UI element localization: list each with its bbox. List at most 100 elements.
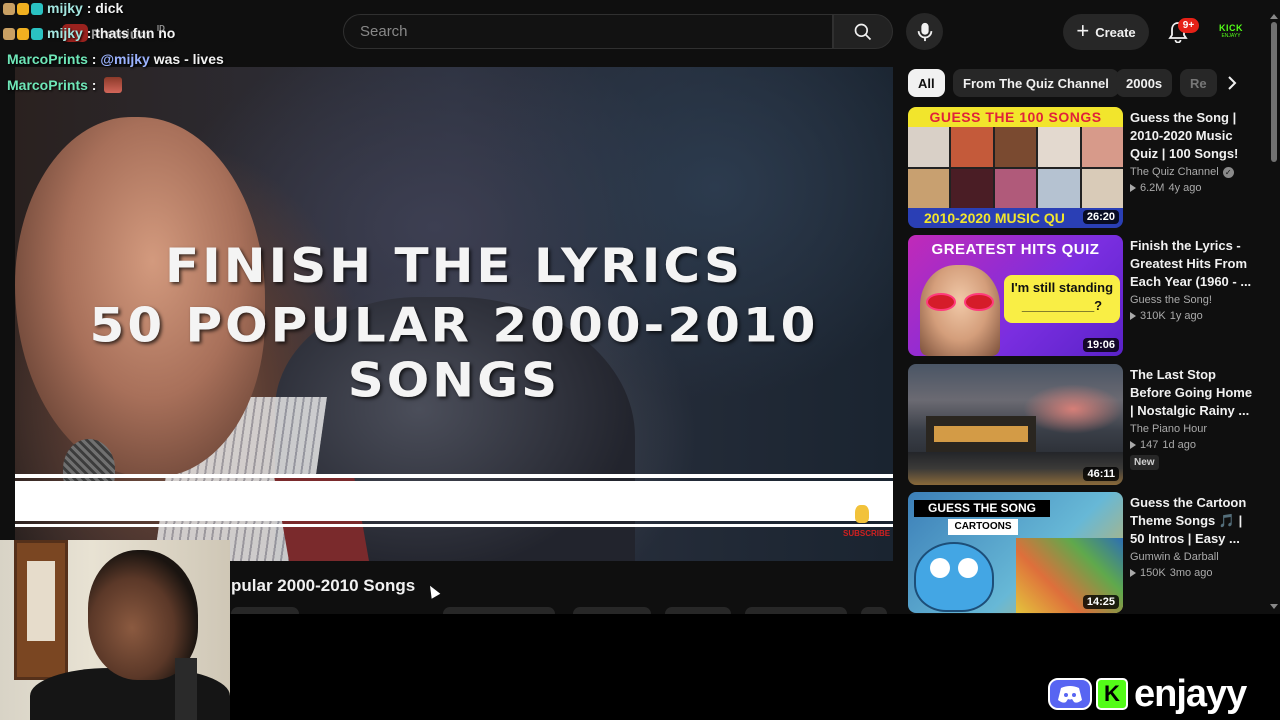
video-meta: 310K 1y ago (1130, 310, 1258, 322)
channel-name[interactable]: Guess the Song! (1130, 294, 1258, 306)
thumbnail-text: GUESS THE SONG (914, 500, 1050, 517)
channel-name[interactable]: The Quiz Channel ✓ (1130, 166, 1258, 178)
recommended-video[interactable]: GUESS THE 100 SONGS 2010-2020 MUSIC QU 2… (908, 107, 1260, 229)
action-buttons-row (231, 607, 891, 614)
video-thumbnail[interactable]: 46:11 (908, 364, 1123, 485)
thumbnail-building (926, 416, 1036, 454)
chat-username: mijky (47, 0, 83, 16)
webcam-microphone (175, 658, 197, 720)
play-icon (1130, 184, 1136, 192)
chat-text: thats fun no (95, 25, 176, 41)
chip-2000s[interactable]: 2000s (1116, 69, 1173, 97)
scroll-down-icon[interactable] (1270, 604, 1278, 609)
thumbnail-text: GREATEST HITS QUIZ (931, 241, 1100, 258)
thumbnail-collage (908, 127, 1123, 209)
chat-text: dick (95, 0, 124, 16)
action-button[interactable] (231, 607, 299, 614)
video-meta: 147 1d ago (1130, 439, 1258, 451)
chip-all[interactable]: All (908, 69, 945, 97)
thumbnail-text: GUESS THE 100 SONGS (908, 107, 1123, 127)
video-info: Guess the Cartoon Theme Songs 🎵 | 50 Int… (1130, 494, 1258, 579)
chat-message: MarcoPrints : @mijky was - lives (7, 51, 224, 67)
chat-badges (3, 3, 43, 15)
subscribe-hint: SUBSCRIBE (843, 529, 891, 538)
video-duration: 19:06 (1082, 338, 1119, 352)
chips-next-button[interactable] (1220, 71, 1244, 95)
view-count: 147 (1140, 439, 1159, 451)
pointing-hand-icon (855, 505, 869, 523)
chat-message: mijky : dick (3, 0, 123, 16)
thumbnail-speech-bubble: I'm still standing __________? (1004, 275, 1120, 323)
view-count: 6.2M (1140, 182, 1165, 194)
action-button[interactable] (745, 607, 847, 614)
chip-related[interactable]: Re (1180, 69, 1217, 97)
video-title[interactable]: Finish the Lyrics - Greatest Hits From E… (1130, 237, 1258, 291)
channel-name[interactable]: Gumwin & Darball (1130, 551, 1258, 563)
action-button[interactable] (443, 607, 555, 614)
video-info: Finish the Lyrics - Greatest Hits From E… (1130, 237, 1258, 322)
chat-badges (3, 28, 43, 40)
video-thumbnail[interactable]: GUESS THE SONG CARTOONS 14:25 (908, 492, 1123, 613)
scrollbar-thumb[interactable] (1271, 22, 1277, 162)
video-info: The Last Stop Before Going Home | Nostal… (1130, 366, 1258, 470)
video-duration: 26:20 (1082, 210, 1119, 224)
channel-name[interactable]: The Piano Hour (1130, 423, 1258, 435)
overlay-title-line1: FINISH THE LYRICS (164, 238, 743, 294)
lyric-band-bottom-line (15, 524, 893, 527)
notification-count-badge: 9+ (1178, 18, 1199, 33)
avatar-subtext: ENJAYY (1221, 32, 1241, 39)
thumbnail-bubble-line1: I'm still standing (1010, 280, 1114, 295)
chat-username: MarcoPrints (7, 51, 88, 67)
upload-age: 4y ago (1168, 182, 1202, 194)
plus-icon: + (1076, 18, 1090, 43)
video-title[interactable]: Guess the Song | 2010-2020 Music Quiz | … (1130, 109, 1258, 163)
search-button[interactable] (833, 14, 893, 49)
video-thumbnail[interactable]: GREATEST HITS QUIZ I'm still standing __… (908, 235, 1123, 356)
action-button[interactable] (861, 607, 887, 614)
video-meta: 6.2M 4y ago (1130, 182, 1258, 194)
search-box[interactable] (343, 14, 833, 49)
scroll-up-icon[interactable] (1270, 14, 1278, 19)
kick-icon: K (1096, 678, 1128, 710)
action-button[interactable] (573, 607, 651, 614)
account-avatar[interactable]: KICK ENJAYY (1214, 14, 1248, 48)
video-title[interactable]: The Last Stop Before Going Home | Nostal… (1130, 366, 1258, 420)
recommended-video[interactable]: 46:11 The Last Stop Before Going Home | … (908, 364, 1260, 486)
upload-age: 1y ago (1169, 310, 1203, 322)
chat-message: MarcoPrints : (7, 77, 123, 93)
channel-label: Gumwin & Darball (1130, 551, 1219, 563)
page-scrollbar[interactable] (1268, 14, 1280, 614)
webcam-feed (0, 540, 230, 720)
video-title: pular 2000-2010 Songs (231, 576, 416, 595)
streamer-name: enjayy (1134, 672, 1247, 715)
play-icon (1130, 312, 1136, 320)
recommended-video[interactable]: GUESS THE SONG CARTOONS 14:25 Guess the … (908, 492, 1260, 614)
discord-icon (1048, 678, 1092, 710)
chat-message: mijky : thats fun no (3, 25, 175, 41)
thumbnail-glasses (926, 293, 994, 311)
filter-chips: All From The Quiz Channel 2000s Re (908, 69, 1258, 97)
chat-mention: @mijky (100, 51, 150, 67)
voice-search-button[interactable] (906, 13, 943, 50)
streamer-branding: K enjayy (1048, 670, 1247, 718)
search-input[interactable] (344, 15, 832, 48)
video-duration: 14:25 (1082, 595, 1119, 609)
create-button[interactable]: + Create (1063, 14, 1149, 50)
chip-from-the-quiz-channel[interactable]: From The Quiz Channel (953, 69, 1119, 97)
video-thumbnail[interactable]: GUESS THE 100 SONGS 2010-2020 MUSIC QU 2… (908, 107, 1123, 228)
video-player[interactable]: FINISH THE LYRICS 50 POPULAR 2000-2010 S… (15, 67, 893, 561)
video-duration: 46:11 (1083, 467, 1119, 481)
upload-age: 1d ago (1162, 439, 1197, 451)
recommended-video[interactable]: GREATEST HITS QUIZ I'm still standing __… (908, 235, 1260, 357)
video-meta: 150K 3mo ago (1130, 567, 1258, 579)
view-count: 310K (1140, 310, 1166, 322)
new-badge: New (1130, 455, 1159, 470)
view-count: 150K (1140, 567, 1166, 579)
action-button[interactable] (665, 607, 731, 614)
thumbnail-cartoon-character (914, 542, 994, 612)
channel-label: Guess the Song! (1130, 294, 1212, 306)
channel-label: The Piano Hour (1130, 423, 1208, 435)
thumbnail-bubble-line2: __________? (1021, 298, 1103, 313)
video-title[interactable]: Guess the Cartoon Theme Songs 🎵 | 50 Int… (1130, 494, 1258, 548)
search-icon (854, 23, 872, 40)
